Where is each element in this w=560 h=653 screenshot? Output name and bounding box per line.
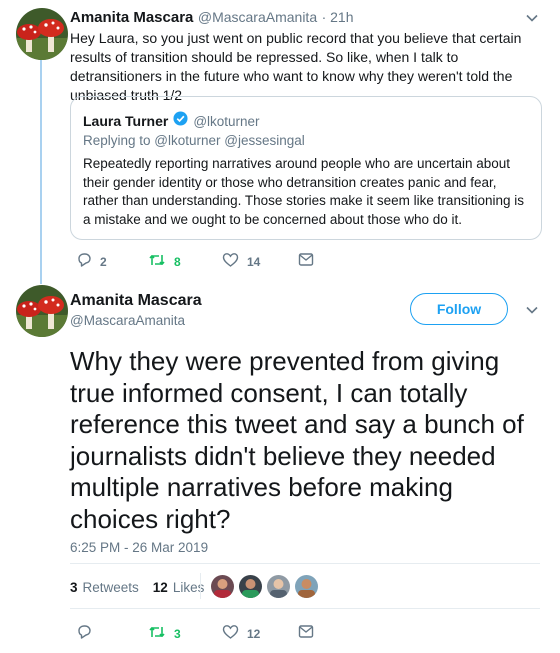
- retweet-count: 8: [174, 254, 181, 269]
- reply-button[interactable]: 2: [76, 252, 107, 271]
- tweet-stats: 3 Retweets 12 Likes: [70, 580, 204, 595]
- chevron-down-icon[interactable]: [525, 11, 539, 30]
- retweet-button[interactable]: 8: [148, 252, 181, 271]
- tweet-text: Why they were prevented from giving true…: [70, 346, 524, 534]
- avatar[interactable]: [16, 285, 68, 337]
- tweet-datetime[interactable]: 6:25 PM - 26 Mar 2019: [70, 540, 208, 555]
- quoted-tweet-text: Repeatedly reporting narratives around p…: [83, 156, 524, 227]
- author-handle[interactable]: @MascaraAmanita: [70, 313, 185, 328]
- like-count: 12: [247, 626, 261, 641]
- liker-avatar[interactable]: [266, 574, 291, 599]
- quoted-author-name: Laura Turner: [83, 113, 169, 129]
- dm-button[interactable]: [298, 624, 314, 642]
- author-handle[interactable]: @MascaraAmanita: [198, 9, 317, 25]
- tweet-text: Hey Laura, so you just went on public re…: [70, 30, 522, 103]
- like-button[interactable]: 14: [222, 252, 260, 271]
- dm-icon: [298, 252, 314, 270]
- avatar[interactable]: [16, 8, 68, 60]
- like-icon: [222, 252, 239, 271]
- retweet-icon: [148, 624, 166, 643]
- likes-stat[interactable]: 12 Likes: [153, 580, 205, 595]
- replying-to: Replying to @lkoturner @jessesingal: [83, 133, 305, 148]
- reply-icon: [76, 624, 92, 643]
- like-button[interactable]: 12: [222, 624, 260, 643]
- reply-button[interactable]: [76, 624, 100, 643]
- reply-count: 2: [100, 254, 107, 269]
- divider: [70, 563, 540, 564]
- retweet-button[interactable]: 3: [148, 624, 181, 643]
- divider: [200, 573, 201, 599]
- verified-badge-icon: [173, 111, 188, 131]
- like-icon: [222, 624, 239, 643]
- dm-icon: [298, 624, 314, 642]
- liker-avatar[interactable]: [294, 574, 319, 599]
- chevron-down-icon[interactable]: [525, 303, 539, 322]
- thread-line: [40, 60, 42, 284]
- like-count: 14: [247, 254, 261, 269]
- liker-avatar[interactable]: [238, 574, 263, 599]
- retweet-count: 3: [174, 626, 181, 641]
- quoted-tweet[interactable]: Laura Turner @lkoturner Replying to @lko…: [70, 96, 542, 240]
- author-name[interactable]: Amanita Mascara: [70, 9, 193, 26]
- divider: [70, 608, 540, 609]
- retweet-icon: [148, 252, 166, 271]
- follow-button[interactable]: Follow: [410, 293, 508, 325]
- retweets-count: 3: [70, 580, 78, 595]
- quoted-author-handle: @lkoturner: [193, 113, 260, 129]
- dm-button[interactable]: [298, 252, 314, 270]
- liker-avatar[interactable]: [210, 574, 235, 599]
- retweets-label: Retweets: [82, 580, 139, 595]
- reply-icon: [76, 252, 92, 271]
- author-name[interactable]: Amanita Mascara: [70, 292, 202, 310]
- likers-avatars: [210, 574, 319, 599]
- likes-count: 12: [152, 580, 168, 595]
- tweet-timestamp[interactable]: · 21h: [322, 9, 354, 25]
- retweets-stat[interactable]: 3 Retweets: [70, 580, 139, 595]
